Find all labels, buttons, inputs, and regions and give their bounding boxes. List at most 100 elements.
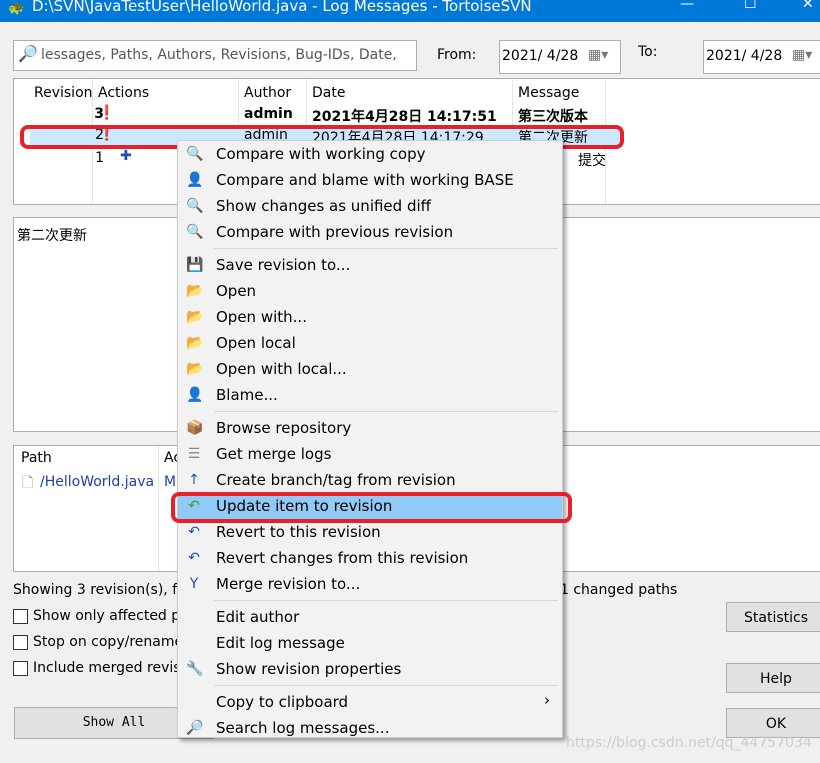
wrench-icon: 🔧	[186, 661, 204, 677]
modified-icon: ❗	[98, 105, 116, 121]
message: 第三次版本	[518, 109, 588, 125]
menu-item-label: Blame...	[216, 386, 278, 404]
menu-item-copy-to-clipboard[interactable]: Copy to clipboard ›	[178, 689, 562, 715]
menu-item-label: Compare with previous revision	[216, 223, 454, 241]
column-date[interactable]: Date	[312, 85, 345, 101]
menu-item-label: Edit log message	[216, 634, 345, 652]
menu-item-show-changes-as-unified-diff[interactable]: 🔍 Show changes as unified diff	[178, 193, 562, 219]
menu-item-get-merge-logs[interactable]: ☰ Get merge logs	[178, 441, 562, 467]
menu-separator	[178, 245, 562, 252]
column-path[interactable]: Path	[21, 450, 52, 466]
annotation-highlight	[171, 492, 572, 523]
folder-open-icon: 📂	[186, 335, 204, 351]
menu-item-blame[interactable]: 👤 Blame...	[178, 382, 562, 408]
from-label: From:	[437, 47, 477, 63]
merge-logs-icon: ☰	[187, 446, 201, 462]
magnifier-icon: 🔍	[186, 198, 204, 214]
close-button[interactable]: ✕	[802, 0, 814, 12]
watermark: https://blog.csdn.net/qq_44757034	[566, 735, 812, 751]
menu-item-label: Get merge logs	[216, 445, 332, 463]
menu-item-label: Browse repository	[216, 419, 352, 437]
minimize-button[interactable]: —	[680, 0, 694, 12]
checkbox-label: Include merged revisic	[33, 660, 193, 676]
menu-item-label: Compare with working copy	[216, 145, 426, 163]
ok-button[interactable]: OK	[726, 708, 820, 738]
checkbox[interactable]	[13, 609, 28, 624]
file-icon: 🗋	[22, 475, 34, 491]
menu-item-label: Open with local...	[216, 360, 347, 378]
menu-item-edit-log-message[interactable]: Edit log message	[178, 630, 562, 656]
menu-item-create-branch-tag-from-revision[interactable]: ↑ Create branch/tag from revision	[178, 467, 562, 493]
menu-item-open-with[interactable]: 📂 Open with...	[178, 304, 562, 330]
menu-item-browse-repository[interactable]: 📦 Browse repository	[178, 415, 562, 441]
path-link[interactable]: /HelloWorld.java	[40, 474, 154, 490]
calendar-dropdown-icon[interactable]: ▦▾	[588, 47, 608, 63]
window-title: D:\SVN\JavaTestUser\HelloWorld.java - Lo…	[32, 0, 532, 15]
checkbox[interactable]	[13, 661, 28, 676]
context-menu: 🔍 Compare with working copy 👤 Compare and b…	[177, 140, 563, 738]
maximize-button[interactable]: ☐	[744, 0, 757, 12]
menu-item-label: Compare and blame with working BASE	[216, 171, 514, 189]
path-action: M	[164, 474, 177, 490]
calendar-dropdown-icon[interactable]: ▦▾	[792, 47, 812, 63]
revert-icon: ↶	[188, 550, 200, 566]
column-actions[interactable]: Actions	[98, 85, 149, 101]
to-label: To:	[638, 44, 658, 60]
column-message[interactable]: Message	[518, 85, 579, 101]
menu-item-save-revision-to[interactable]: 💾 Save revision to...	[178, 252, 562, 278]
author: admin	[244, 106, 293, 122]
menu-item-open[interactable]: 📂 Open	[178, 278, 562, 304]
status-text: Showing 3 revision(s), fro	[13, 582, 192, 598]
menu-item-label: Show changes as unified diff	[216, 197, 431, 215]
menu-item-open-with-local[interactable]: 📂 Open with local...	[178, 356, 562, 382]
search-input[interactable]: 🔎 lessages, Paths, Authors, Revisions, B…	[13, 40, 417, 71]
menu-separator	[178, 597, 562, 604]
menu-item-compare-with-previous-revision[interactable]: 🔍 Compare with previous revision	[178, 219, 562, 245]
to-date-picker[interactable]: 2021/ 4/28 ▦▾	[703, 40, 820, 74]
from-date-value: 2021/ 4/28	[502, 48, 579, 64]
magnifier-icon: 🔍	[186, 224, 204, 240]
menu-item-compare-and-blame-with-working-base[interactable]: 👤 Compare and blame with working BASE	[178, 167, 562, 193]
column-author[interactable]: Author	[244, 85, 291, 101]
table-row[interactable]: 3 ❗ admin 2021年4月28日 14:17:51 第三次版本	[30, 104, 620, 126]
menu-item-label: Search log messages...	[216, 719, 390, 737]
message: 提交	[578, 153, 606, 169]
menu-item-edit-author[interactable]: Edit author	[178, 604, 562, 630]
menu-item-label: Revert to this revision	[216, 523, 381, 541]
statistics-button[interactable]: Statistics	[726, 602, 820, 632]
title-bar: 🐢 D:\SVN\JavaTestUser\HelloWorld.java - …	[0, 0, 820, 22]
menu-item-label: Revert changes from this revision	[216, 549, 469, 567]
menu-item-label: Show revision properties	[216, 660, 402, 678]
menu-item-label: Copy to clipboard	[216, 693, 349, 711]
help-button[interactable]: Help	[726, 663, 820, 693]
date: 2021年4月28日 14:17:51	[312, 109, 497, 125]
blame-icon: 👤	[186, 172, 204, 188]
menu-item-label: Create branch/tag from revision	[216, 471, 456, 489]
folder-open-icon: 📂	[186, 283, 204, 299]
menu-item-label: Open with...	[216, 308, 307, 326]
menu-item-merge-revision-to[interactable]: Y Merge revision to...	[178, 571, 562, 597]
checkbox[interactable]	[13, 635, 28, 650]
log-message-text: 第二次更新	[17, 228, 87, 244]
menu-item-label: Merge revision to...	[216, 575, 361, 593]
branch-icon: ↑	[188, 472, 200, 488]
folder-open-icon: 📂	[186, 309, 204, 325]
folder-open-icon: 📂	[186, 361, 204, 377]
menu-item-search-log-messages[interactable]: 🔎 Search log messages...	[178, 715, 562, 741]
menu-item-compare-with-working-copy[interactable]: 🔍 Compare with working copy	[178, 141, 562, 167]
menu-item-open-local[interactable]: 📂 Open local	[178, 330, 562, 356]
added-icon: ✚	[120, 148, 132, 164]
menu-separator	[178, 408, 562, 415]
to-date-value: 2021/ 4/28	[706, 48, 783, 64]
menu-item-label: Save revision to...	[216, 256, 351, 274]
menu-item-revert-changes-from-this-revision[interactable]: ↶ Revert changes from this revision	[178, 545, 562, 571]
blame-icon: 👤	[186, 387, 204, 403]
save-icon: 💾	[186, 257, 204, 273]
column-revision[interactable]: Revision	[34, 85, 93, 101]
merge-icon: Y	[189, 576, 199, 592]
revert-icon: ↶	[188, 524, 200, 540]
from-date-picker[interactable]: 2021/ 4/28 ▦▾	[499, 40, 621, 74]
menu-item-show-revision-properties[interactable]: 🔧 Show revision properties	[178, 656, 562, 682]
checkbox-label: Show only affected pa	[33, 608, 189, 624]
search-icon: 🔎	[18, 44, 38, 63]
